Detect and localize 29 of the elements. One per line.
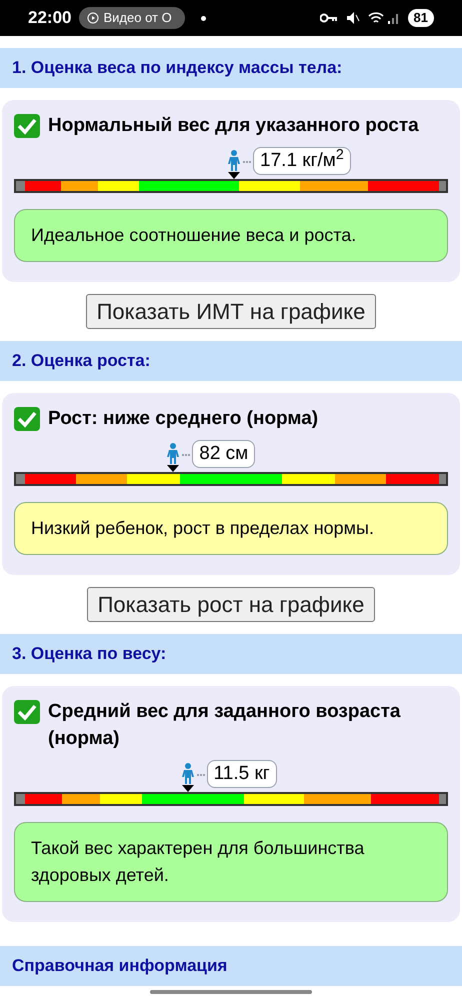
key-icon xyxy=(320,13,338,23)
notification-pill: Видео от О xyxy=(79,7,186,29)
section-heading: Справочная информация xyxy=(12,956,228,975)
value-bubble: 82 см xyxy=(192,440,256,468)
message-text: Идеальное соотношение веса и роста. xyxy=(31,225,356,245)
child-figure-icon xyxy=(180,763,195,785)
message-text: Низкий ребенок, рост в пределах нормы. xyxy=(31,518,374,538)
section-heading: 1. Оценка веса по индексу массы тела: xyxy=(12,58,342,77)
child-figure-icon xyxy=(227,150,242,172)
message-text: Такой вес характерен для большинства здоровых детей. xyxy=(31,838,364,885)
show-chart-button[interactable]: Показать ИМТ на графике xyxy=(86,294,376,329)
result-title: Средний вес для заданного возраста (норма) xyxy=(48,700,402,751)
value-bubble: 17.1 кг/м$^{2}$ xyxy=(253,147,351,175)
muted-icon xyxy=(346,11,360,25)
signal-icon xyxy=(388,12,400,24)
dotted-leader-line xyxy=(243,161,252,163)
status-time: 22:00 xyxy=(28,7,72,30)
dotted-leader-line xyxy=(182,454,190,456)
wifi-icon xyxy=(368,12,384,24)
show-chart-button[interactable]: Показать рост на графике xyxy=(86,587,376,622)
result-title: Рост: ниже среднего (норма) xyxy=(48,407,318,431)
section-heading: 2. Оценка роста: xyxy=(12,351,150,370)
play-icon xyxy=(87,12,100,24)
result-title: Нормальный вес для указанного роста xyxy=(48,114,419,138)
value-bubble: 11.5 кг xyxy=(206,760,277,788)
section-heading: 3. Оценка по весу: xyxy=(12,644,166,663)
child-figure-icon xyxy=(166,443,180,465)
battery-badge: 81 xyxy=(408,9,434,27)
dotted-leader-line xyxy=(196,774,205,776)
